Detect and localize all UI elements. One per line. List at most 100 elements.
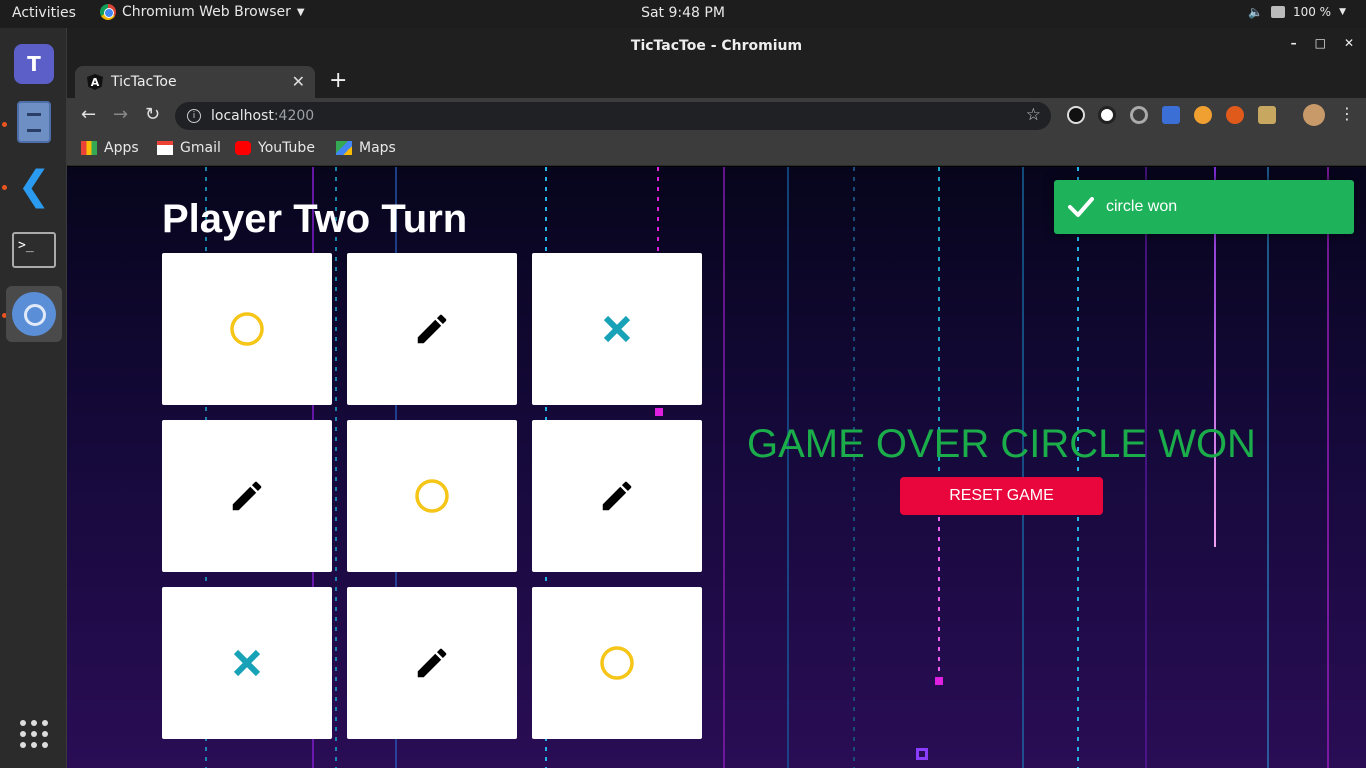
bookmark-label: YouTube — [258, 140, 315, 156]
board-cell[interactable] — [347, 420, 517, 572]
bookmark-label: Gmail — [180, 140, 221, 156]
tab-tictactoe[interactable]: A TicTacToe ✕ — [75, 66, 315, 98]
chromium-icon — [12, 292, 56, 336]
close-tab-button[interactable]: ✕ — [292, 72, 305, 91]
vscode-icon: ❮ — [17, 163, 51, 209]
extension-icon[interactable] — [1226, 106, 1244, 124]
chevron-down-icon: ▼ — [1339, 7, 1346, 17]
board-cell[interactable] — [162, 587, 332, 739]
bookmark-youtube[interactable]: YouTube — [235, 140, 315, 156]
circle-icon — [227, 309, 267, 349]
background-square — [916, 748, 928, 760]
back-button[interactable]: ← — [81, 104, 96, 125]
minimize-button[interactable]: – — [1291, 36, 1297, 50]
pencil-icon — [413, 310, 451, 348]
board-cell[interactable] — [532, 587, 702, 739]
file-cabinet-icon — [17, 101, 51, 143]
bookmark-star-icon[interactable]: ☆ — [1026, 105, 1041, 125]
tab-strip: A TicTacToe ✕ + — [67, 64, 1366, 98]
board-cell[interactable] — [162, 253, 332, 405]
background-line — [1267, 167, 1269, 768]
background-line — [853, 167, 855, 768]
bookmark-label: Maps — [359, 140, 396, 156]
reload-button[interactable]: ↻ — [145, 104, 160, 125]
battery-icon — [1270, 6, 1285, 18]
window-title-bar[interactable]: TicTacToe - Chromium – □ ✕ — [67, 28, 1366, 64]
window-title: TicTacToe - Chromium — [630, 38, 803, 54]
bookmark-apps[interactable]: Apps — [81, 140, 139, 156]
dock-terminal[interactable]: >_ — [6, 222, 62, 278]
background-line — [787, 167, 789, 768]
system-tray[interactable]: 🔈 100 % ▼ — [1248, 5, 1346, 19]
volume-icon: 🔈 — [1248, 5, 1263, 19]
background-line — [1327, 167, 1329, 768]
apps-icon — [81, 141, 97, 155]
board-cell[interactable] — [162, 420, 332, 572]
maps-icon — [336, 141, 352, 155]
terminal-icon: >_ — [12, 232, 56, 268]
background-line — [723, 167, 725, 768]
chromium-icon — [100, 4, 116, 20]
pencil-icon — [228, 477, 266, 515]
extension-icon[interactable] — [1162, 106, 1180, 124]
bookmark-label: Apps — [104, 140, 139, 156]
bookmark-gmail[interactable]: Gmail — [157, 140, 221, 156]
extension-icon[interactable] — [1194, 106, 1212, 124]
app-menu-label: Chromium Web Browser — [122, 4, 291, 20]
toast-notification[interactable]: circle won — [1054, 180, 1354, 234]
page-content: Player Two Turn GAME OVER CIRCLE WON RES… — [67, 167, 1366, 768]
angular-icon: A — [87, 74, 103, 90]
extension-off-icon[interactable] — [1258, 106, 1276, 124]
reset-game-button[interactable]: RESET GAME — [900, 477, 1103, 515]
dock-chromium[interactable] — [6, 286, 62, 342]
game-board — [162, 253, 702, 739]
info-icon[interactable]: i — [187, 109, 201, 123]
forward-button[interactable]: → — [113, 104, 128, 125]
teams-icon: T — [14, 44, 54, 84]
system-top-bar: Activities Chromium Web Browser ▼ Sat 9:… — [0, 0, 1366, 28]
circle-icon — [597, 643, 637, 683]
activities-button[interactable]: Activities — [12, 5, 76, 21]
dock-files[interactable] — [6, 94, 62, 150]
clock[interactable]: Sat 9:48 PM — [641, 5, 725, 21]
address-bar[interactable]: i localhost:4200 ☆ — [175, 102, 1051, 130]
bookmark-maps[interactable]: Maps — [336, 140, 396, 156]
board-cell[interactable] — [347, 587, 517, 739]
close-window-button[interactable]: ✕ — [1344, 36, 1354, 50]
background-line — [1022, 167, 1024, 768]
turn-heading: Player Two Turn — [162, 197, 468, 241]
dock: T ❮ >_ — [0, 28, 67, 768]
show-applications-button[interactable] — [6, 706, 62, 762]
extension-icon[interactable] — [1130, 106, 1148, 124]
maximize-button[interactable]: □ — [1315, 36, 1326, 50]
board-cell[interactable] — [532, 420, 702, 572]
browser-toolbar: ← → ↻ i localhost:4200 ☆ ⋮ — [67, 98, 1366, 134]
github-icon[interactable] — [1098, 106, 1116, 124]
battery-percent: 100 % — [1292, 5, 1332, 19]
gmail-icon — [157, 141, 173, 155]
extension-icon[interactable] — [1067, 106, 1085, 124]
app-grid-icon — [20, 720, 48, 748]
background-line — [1145, 167, 1147, 768]
pencil-icon — [413, 644, 451, 682]
app-menu[interactable]: Chromium Web Browser ▼ — [100, 4, 305, 20]
youtube-icon — [235, 141, 251, 155]
background-line — [1077, 167, 1079, 768]
cross-icon — [602, 314, 632, 344]
bookmarks-bar: Apps Gmail YouTube Maps — [67, 134, 1366, 166]
board-cell[interactable] — [347, 253, 517, 405]
new-tab-button[interactable]: + — [329, 68, 347, 93]
menu-kebab-icon[interactable]: ⋮ — [1339, 104, 1355, 123]
dock-teams[interactable]: T — [6, 36, 62, 92]
toast-message: circle won — [1106, 198, 1178, 215]
board-cell[interactable] — [532, 253, 702, 405]
background-line — [938, 507, 940, 677]
dock-vscode[interactable]: ❮ — [6, 158, 62, 214]
circle-icon — [412, 476, 452, 516]
avatar[interactable] — [1303, 104, 1325, 126]
url-host: localhost — [211, 108, 274, 124]
game-over-text: GAME OVER CIRCLE WON — [747, 422, 1256, 466]
background-square — [935, 677, 943, 685]
tab-title: TicTacToe — [111, 74, 177, 90]
url-port: :4200 — [273, 108, 315, 124]
